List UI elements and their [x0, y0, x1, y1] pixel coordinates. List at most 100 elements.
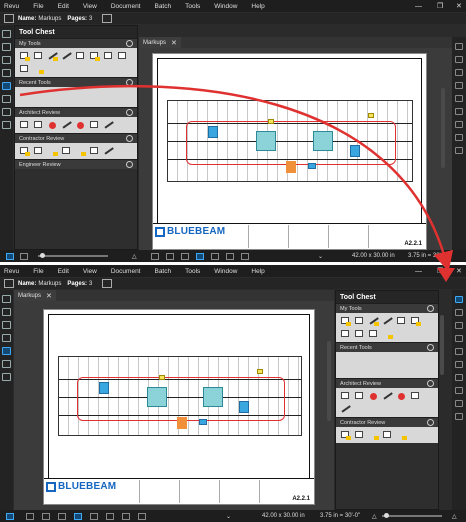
pen-icon[interactable] — [455, 147, 463, 154]
yellow-callout[interactable] — [368, 113, 374, 118]
section-contractor-review[interactable]: Contractor Review — [336, 417, 438, 427]
arrow-tool-icon[interactable] — [61, 120, 72, 130]
gear-icon[interactable] — [126, 79, 133, 86]
measure-icon[interactable] — [455, 387, 463, 394]
document-icon[interactable] — [4, 279, 14, 288]
cloud-tool-icon[interactable] — [89, 120, 100, 130]
teal-markup[interactable] — [147, 387, 167, 407]
measure-tool-icon[interactable] — [19, 64, 30, 74]
links-icon[interactable] — [2, 373, 11, 381]
vertical-scrollbar[interactable] — [327, 341, 331, 421]
teal-markup[interactable] — [313, 131, 333, 151]
section-engineer-review[interactable]: Engineer Review — [15, 159, 137, 169]
select-icon[interactable] — [122, 512, 130, 520]
rectangle-icon[interactable] — [455, 335, 463, 342]
text-tool-icon[interactable] — [354, 391, 365, 401]
circle-icon[interactable] — [455, 82, 463, 89]
bookmarks-icon[interactable] — [2, 321, 11, 329]
highlight-tool-icon[interactable] — [47, 146, 58, 156]
menu-tools[interactable]: Tools — [178, 3, 207, 10]
rectangle-icon[interactable] — [455, 69, 463, 76]
yellow-callout[interactable] — [159, 375, 165, 380]
circle-icon[interactable] — [455, 348, 463, 355]
split-icon[interactable] — [58, 512, 66, 520]
text-box-tool-icon[interactable] — [354, 316, 365, 326]
callout-icon[interactable] — [455, 95, 463, 102]
measure-tool-icon[interactable] — [89, 146, 100, 156]
select-icon[interactable] — [241, 252, 249, 260]
line-tool-icon[interactable] — [103, 120, 114, 130]
highlight-icon[interactable] — [455, 56, 463, 63]
document-canvas[interactable]: BLUEBEAM A2.2.1 — [139, 48, 452, 250]
single-page-icon[interactable] — [26, 512, 34, 520]
arrow-tool-icon[interactable] — [61, 51, 72, 61]
tab-markups[interactable]: Markups ✕ — [14, 290, 56, 301]
cloud-tool-icon[interactable] — [410, 391, 421, 401]
highlight-tool-icon[interactable] — [47, 51, 58, 61]
menu-edit[interactable]: Edit — [51, 268, 76, 275]
stamp-icon[interactable] — [455, 374, 463, 381]
menu-document[interactable]: Document — [104, 268, 148, 275]
cloud-tool-icon[interactable] — [396, 316, 407, 326]
gear-icon[interactable] — [427, 305, 434, 312]
menu-batch[interactable]: Batch — [147, 268, 178, 275]
blue-markup[interactable] — [199, 419, 207, 425]
stamp-tool-icon[interactable] — [89, 51, 100, 61]
grid-snap-icon[interactable] — [196, 252, 204, 260]
tool-chest-icon[interactable] — [2, 82, 11, 90]
panel-scrollbar[interactable] — [440, 315, 444, 375]
menu-file[interactable]: File — [26, 3, 50, 10]
menu-view[interactable]: View — [76, 3, 104, 10]
tool-chest-title[interactable]: Tool Chest — [336, 291, 438, 303]
note-tool-icon[interactable] — [340, 329, 351, 339]
two-page-icon[interactable] — [166, 252, 174, 260]
document-icon[interactable] — [4, 14, 14, 23]
page-icon[interactable] — [102, 279, 113, 288]
grid-snap-icon[interactable] — [74, 512, 82, 520]
callout-icon[interactable] — [455, 361, 463, 368]
tab-markups[interactable]: Markups ✕ — [139, 37, 181, 48]
menu-window[interactable]: Window — [207, 268, 244, 275]
callout-tool-icon[interactable] — [340, 430, 351, 440]
text-tool-icon[interactable] — [33, 146, 44, 156]
zoom-slider[interactable] — [382, 513, 442, 518]
minimize-icon[interactable]: — — [415, 265, 422, 277]
blue-markup[interactable] — [99, 382, 109, 394]
rectangle-tool-icon[interactable] — [354, 329, 365, 339]
close-icon[interactable]: ✕ — [456, 0, 462, 12]
menu-revu[interactable]: Revu — [0, 3, 26, 10]
thumbnails-icon[interactable] — [2, 30, 11, 38]
line-icon[interactable] — [455, 134, 463, 141]
tool-chest-title[interactable]: Tool Chest — [15, 26, 137, 38]
orange-markup[interactable] — [286, 161, 296, 173]
menu-batch[interactable]: Batch — [147, 3, 178, 10]
menu-window[interactable]: Window — [207, 3, 244, 10]
gear-icon[interactable] — [427, 419, 434, 426]
list-icon[interactable] — [6, 512, 14, 520]
menu-document[interactable]: Document — [104, 3, 148, 10]
list-icon[interactable] — [6, 252, 14, 260]
cloud-tool-icon[interactable] — [75, 51, 86, 61]
close-icon[interactable]: ✕ — [171, 39, 177, 47]
menu-help[interactable]: Help — [244, 268, 271, 275]
thumbnails-icon[interactable] — [2, 295, 11, 303]
zoom-out-icon[interactable] — [20, 252, 28, 260]
menu-edit[interactable]: Edit — [51, 3, 76, 10]
text-box-tool-icon[interactable] — [33, 51, 44, 61]
note-tool-icon[interactable] — [75, 146, 86, 156]
text-tool-icon[interactable] — [354, 430, 365, 440]
content-snap-icon[interactable] — [211, 252, 219, 260]
section-my-tools[interactable]: My Tools — [336, 303, 438, 313]
orange-markup[interactable] — [177, 417, 187, 429]
menu-file[interactable]: File — [26, 268, 50, 275]
section-recent-tools[interactable]: Recent Tools — [15, 77, 137, 87]
highlight-icon[interactable] — [455, 322, 463, 329]
highlight-tool-icon[interactable] — [368, 316, 379, 326]
tool-chest-dock-icon[interactable] — [455, 296, 463, 303]
pan-icon[interactable] — [226, 252, 234, 260]
close-icon[interactable]: ✕ — [456, 265, 462, 277]
chevron-down-icon[interactable]: ⌄ — [318, 250, 323, 262]
note-tool-icon[interactable] — [396, 430, 407, 440]
blue-markup[interactable] — [208, 126, 218, 138]
split-icon[interactable] — [181, 252, 189, 260]
